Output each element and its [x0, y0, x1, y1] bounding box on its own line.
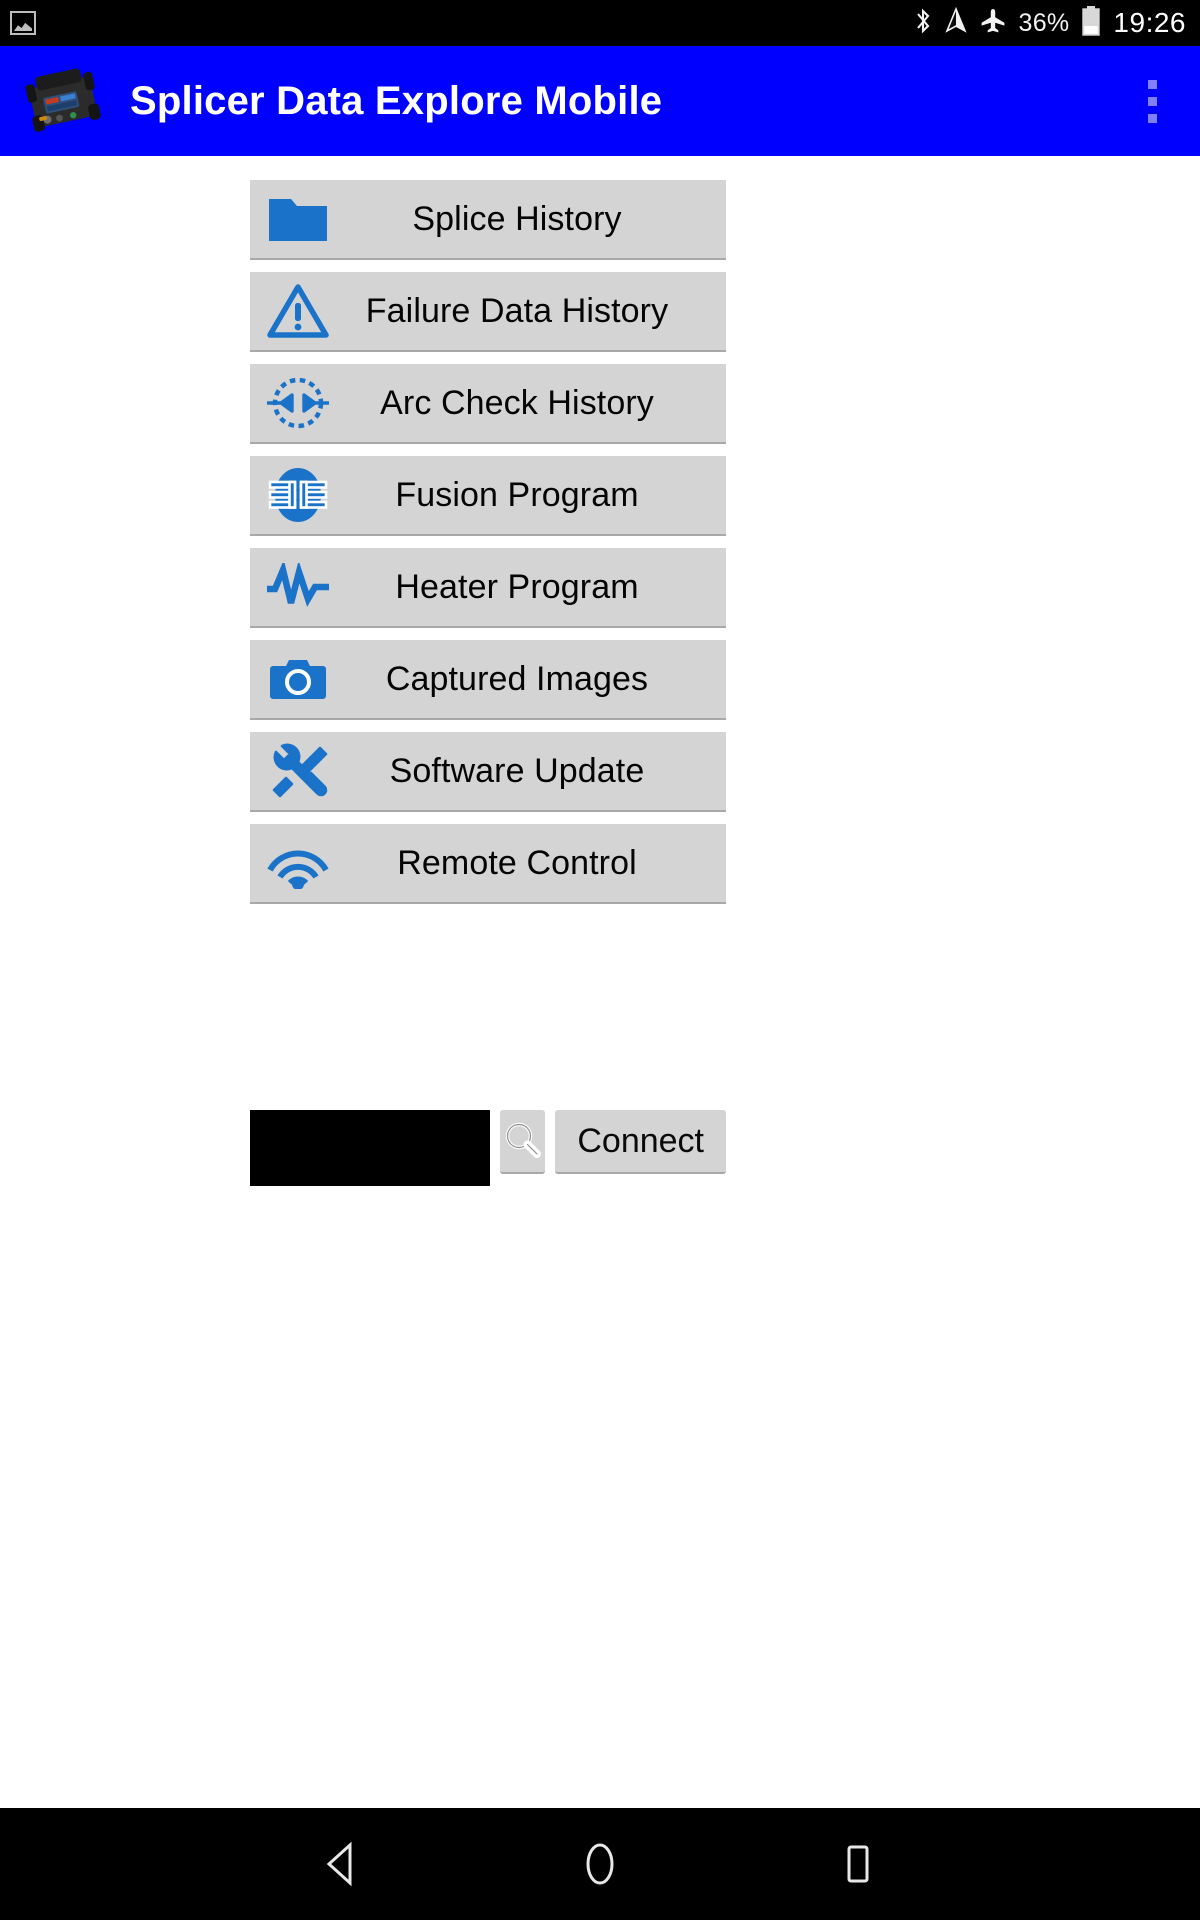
airplane-mode-icon [979, 7, 1007, 40]
menu-item-captured-images[interactable]: Captured Images [250, 640, 726, 720]
connect-button[interactable]: Connect [555, 1110, 726, 1174]
status-bar-system-icons: 36% 19:26 [913, 5, 1186, 42]
status-bar-notifications [10, 11, 36, 35]
menu-item-label: Failure Data History [365, 291, 669, 330]
main-menu-list: Splice History Failure Data History Arc … [250, 180, 726, 904]
menu-item-label: Captured Images [385, 659, 649, 698]
back-triangle-icon[interactable] [303, 1825, 381, 1903]
menu-item-label: Fusion Program [395, 475, 639, 514]
screenshot-image-icon [10, 11, 36, 35]
folder-icon [250, 179, 346, 259]
home-circle-icon[interactable] [561, 1825, 639, 1903]
menu-item-arc-check-history[interactable]: Arc Check History [250, 364, 726, 444]
location-icon [944, 6, 968, 40]
camera-icon [250, 639, 346, 719]
status-bar: 36% 19:26 [0, 0, 1200, 46]
waveform-icon [250, 547, 346, 627]
fusion-splicer-logo [20, 58, 106, 144]
android-navigation-bar [0, 1808, 1200, 1920]
device-address-input[interactable] [250, 1110, 490, 1186]
menu-item-fusion-program[interactable]: Fusion Program [250, 456, 726, 536]
menu-item-failure-data-history[interactable]: Failure Data History [250, 272, 726, 352]
fusion-program-icon [250, 455, 346, 535]
menu-item-splice-history[interactable]: Splice History [250, 180, 726, 260]
menu-item-remote-control[interactable]: Remote Control [250, 824, 726, 904]
connect-row: Connect [250, 1110, 726, 1186]
menu-item-label: Remote Control [397, 843, 637, 882]
menu-item-label: Heater Program [395, 567, 639, 606]
app-title: Splicer Data Explore Mobile [130, 78, 663, 123]
menu-item-software-update[interactable]: Software Update [250, 732, 726, 812]
search-devices-button[interactable] [500, 1110, 546, 1174]
menu-item-label: Arc Check History [380, 383, 654, 422]
battery-icon [1080, 5, 1102, 42]
wifi-icon [250, 823, 346, 903]
recents-square-icon[interactable] [819, 1825, 897, 1903]
warning-triangle-icon [250, 271, 346, 351]
app-screen: 36% 19:26 Splicer Data Explore Mobile Sp… [0, 0, 1200, 1920]
bluetooth-icon [913, 7, 933, 40]
arc-electrodes-icon [250, 363, 346, 443]
magnifier-search-icon [502, 1119, 544, 1164]
battery-percent-label: 36% [1018, 8, 1070, 37]
menu-item-label: Software Update [389, 751, 645, 790]
app-bar: Splicer Data Explore Mobile [0, 46, 1200, 156]
status-bar-clock: 19:26 [1113, 7, 1186, 38]
overflow-menu-icon[interactable] [1138, 66, 1166, 136]
menu-item-heater-program[interactable]: Heater Program [250, 548, 726, 628]
tools-icon [250, 731, 346, 811]
menu-item-label: Splice History [412, 199, 622, 238]
